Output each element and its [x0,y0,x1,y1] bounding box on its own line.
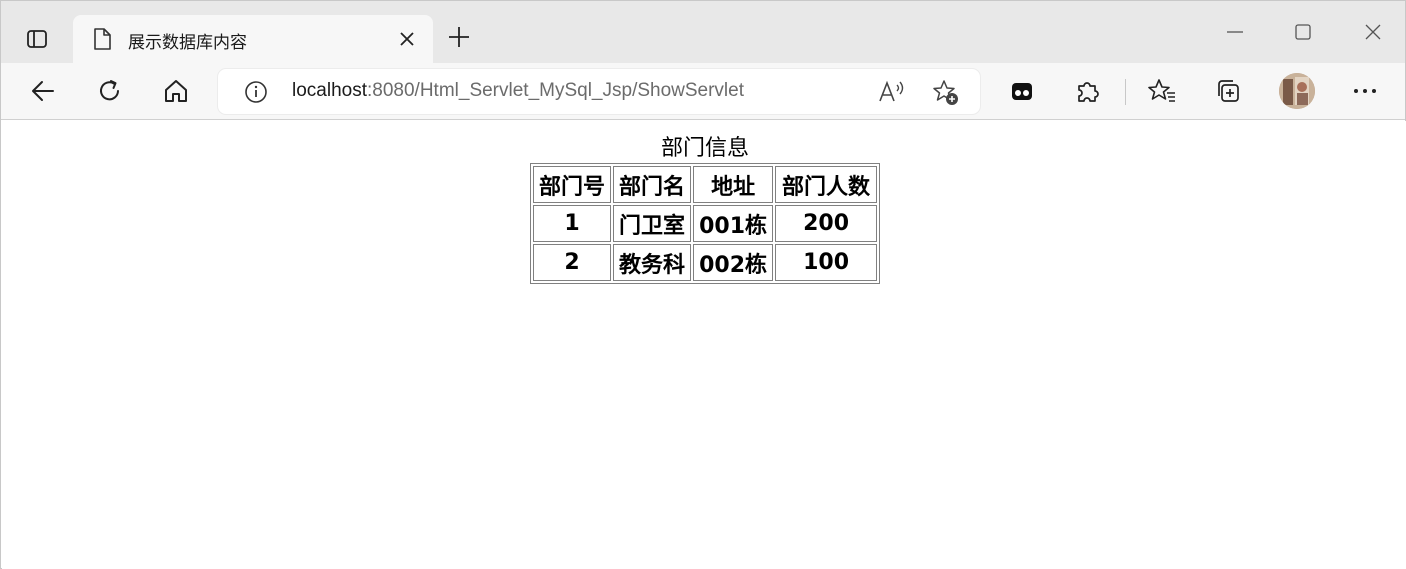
maximize-icon [1295,24,1311,40]
window-close-button[interactable] [1353,15,1393,49]
address-bar[interactable]: localhost:8080/Html_Servlet_MySql_Jsp/Sh… [218,69,980,114]
refresh-icon [100,80,119,101]
header-dept-name: 部门名 [613,166,692,203]
tab-strip: 展示数据库内容 [1,1,1405,63]
cell-headcount: 100 [775,244,877,281]
info-icon[interactable] [244,80,268,104]
back-button[interactable] [23,71,63,111]
plus-icon [449,27,469,47]
favorites-button[interactable] [1142,71,1182,111]
window-close-icon [1365,24,1381,40]
tab-title: 展示数据库内容 [128,33,247,53]
more-dots-icon [1354,89,1376,93]
tracking-prevention-icon [1012,83,1032,100]
home-icon [165,80,187,102]
cell-headcount: 200 [775,205,877,242]
cell-dept-name: 教务科 [613,244,692,281]
toolbar-separator [1125,79,1126,105]
table-row: 1 门卫室 001栋 200 [533,205,877,242]
header-dept-no: 部门号 [533,166,612,203]
maximize-button[interactable] [1283,15,1323,49]
page-icon [94,28,111,50]
url-host: localhost [292,80,367,101]
url-path: :8080/Html_Servlet_MySql_Jsp/ShowServlet [367,80,745,101]
tab-actions-icon [27,30,47,48]
tab-close-button[interactable] [395,27,419,51]
tracking-button[interactable] [1002,71,1042,111]
cell-address: 002栋 [693,244,774,281]
add-favorite-icon[interactable] [932,79,960,107]
minimize-icon [1227,31,1243,33]
collections-icon [1218,80,1239,102]
header-address: 地址 [693,166,774,203]
header-headcount: 部门人数 [775,166,877,203]
minimize-button[interactable] [1215,15,1255,49]
cell-dept-no: 2 [533,244,612,281]
read-aloud-icon[interactable] [878,79,906,105]
more-button[interactable] [1345,71,1385,111]
extensions-button[interactable] [1068,71,1108,111]
table-header-row: 部门号 部门名 地址 部门人数 [533,166,877,203]
puzzle-icon [1078,82,1099,102]
cell-dept-no: 1 [533,205,612,242]
close-icon [400,32,414,46]
cell-address: 001栋 [693,205,774,242]
page-content: 部门信息 部门号 部门名 地址 部门人数 1 门卫室 001栋 200 2 教务… [2,121,1406,569]
new-tab-button[interactable] [445,23,473,51]
back-arrow-icon [32,81,54,101]
table-caption: 部门信息 [660,136,749,161]
avatar-image [1279,73,1315,109]
collections-button[interactable] [1208,71,1248,111]
cell-dept-name: 门卫室 [613,205,692,242]
refresh-button[interactable] [90,71,130,111]
toolbar: localhost:8080/Html_Servlet_MySql_Jsp/Sh… [1,63,1405,120]
favorites-icon [1148,79,1175,102]
tab-active[interactable]: 展示数据库内容 [73,15,433,63]
department-table: 部门信息 部门号 部门名 地址 部门人数 1 门卫室 001栋 200 2 教务… [530,135,880,284]
table-row: 2 教务科 002栋 100 [533,244,877,281]
browser-window: 展示数据库内容 localhost:8080/Html_Servlet_MySq… [0,0,1406,569]
home-button[interactable] [156,71,196,111]
url-text[interactable]: localhost:8080/Html_Servlet_MySql_Jsp/Sh… [292,80,744,102]
profile-avatar[interactable] [1279,73,1315,109]
tab-actions-button[interactable] [17,21,57,57]
